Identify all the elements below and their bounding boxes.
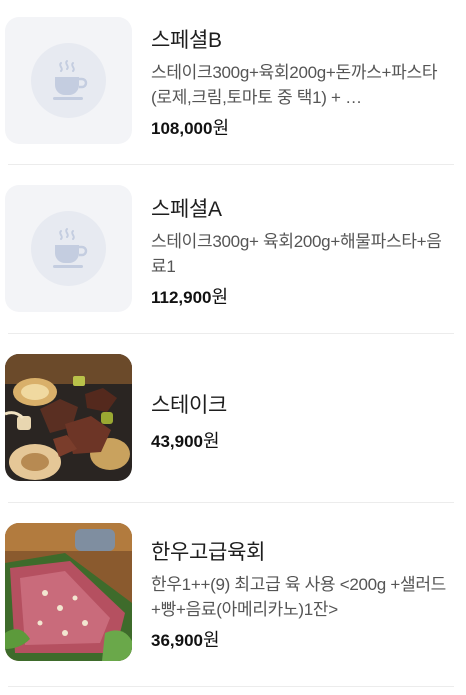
price-value: 112,900 bbox=[151, 288, 212, 307]
price-value: 36,900 bbox=[151, 631, 203, 650]
menu-item-special-a[interactable]: 스페셜A 스테이크300g+ 육회200g+해물파스타+음료1 112,900원 bbox=[0, 165, 466, 332]
placeholder-circle bbox=[31, 211, 106, 286]
divider bbox=[8, 686, 454, 687]
menu-item-name: 스페셜A bbox=[151, 198, 222, 221]
currency-label: 원 bbox=[212, 118, 230, 138]
coffee-cup-icon bbox=[53, 228, 88, 268]
menu-item-price: 112,900원 bbox=[151, 283, 456, 309]
currency-label: 원 bbox=[203, 431, 220, 451]
currency-label: 원 bbox=[211, 287, 229, 307]
menu-item-description: 스테이크300g+ 육회200g+해물파스타+음료1 bbox=[151, 232, 442, 276]
currency-label: 원 bbox=[203, 630, 220, 650]
placeholder-circle bbox=[31, 43, 106, 118]
yukhoe-photo bbox=[5, 523, 132, 661]
menu-item-image-placeholder bbox=[5, 17, 132, 144]
price-value: 43,900 bbox=[151, 432, 203, 451]
menu-item-image-placeholder bbox=[5, 185, 132, 312]
menu-item-hanwoo-yukhoe[interactable]: 한우고급육회 한우1++(9) 최고급 육 사용 <200g +샐러드+빵+음료… bbox=[0, 503, 466, 685]
menu-item-description: 스테이크300g+육회200g+돈까스+파스타(로제,크림,토마토 중 택1) … bbox=[151, 63, 438, 107]
menu-item-price: 108,000원 bbox=[151, 114, 456, 140]
menu-list: 스페셜B 스테이크300g+육회200g+돈까스+파스타(로제,크림,토마토 중… bbox=[0, 0, 466, 695]
price-value: 108,000 bbox=[151, 119, 213, 138]
menu-item-price: 43,900원 bbox=[151, 427, 456, 453]
coffee-cup-icon bbox=[53, 60, 88, 100]
menu-item-price: 36,900원 bbox=[151, 626, 456, 652]
menu-item-description: 한우1++(9) 최고급 육 사용 <200g +샐러드+빵+음료(아메리카노)… bbox=[151, 575, 447, 619]
menu-item-name: 한우고급육회 bbox=[151, 541, 266, 564]
menu-item-steak[interactable]: 스테이크 43,900원 bbox=[0, 334, 466, 501]
menu-item-special-b[interactable]: 스페셜B 스테이크300g+육회200g+돈까스+파스타(로제,크림,토마토 중… bbox=[0, 0, 466, 163]
menu-item-name: 스테이크 bbox=[151, 394, 228, 417]
menu-item-name: 스페셜B bbox=[151, 29, 222, 52]
steak-photo bbox=[5, 354, 132, 481]
